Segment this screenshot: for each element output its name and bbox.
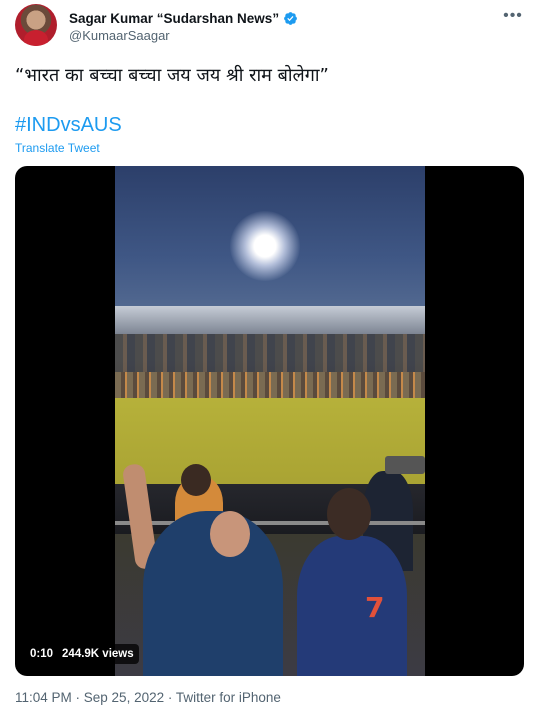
avatar[interactable] <box>15 4 57 46</box>
railing <box>115 521 425 525</box>
spectator-head <box>181 464 211 496</box>
camera-equipment <box>385 456 425 474</box>
video-player[interactable]: 7 0:10 244.9K views <box>15 166 524 676</box>
video-view-count: 244.9K views <box>62 648 134 660</box>
verified-badge-icon <box>284 11 297 25</box>
spectator-jersey <box>297 536 407 676</box>
video-stats-badge: 0:10 244.9K views <box>25 644 139 664</box>
translate-tweet-link[interactable]: Translate Tweet <box>15 141 100 155</box>
stadium-roof <box>115 306 425 334</box>
tweet-text: “भारत का बच्चा बच्चा जय जय श्री राम बोले… <box>15 65 329 86</box>
video-elapsed-time: 0:10 <box>30 648 54 660</box>
stadium-crowd <box>115 372 425 400</box>
floodlight <box>230 211 300 281</box>
author-display-name[interactable]: Sagar Kumar “Sudarshan News” <box>69 11 279 26</box>
tweet-timestamp[interactable]: 11:04 PM · Sep 25, 2022 · Twitter for iP… <box>15 690 281 705</box>
hashtag-link[interactable]: #INDvsAUS <box>15 114 122 137</box>
spectator-head <box>210 511 250 557</box>
video-frame: 7 <box>115 166 425 676</box>
jersey-number: 7 <box>365 591 385 624</box>
author-name-row[interactable]: Sagar Kumar “Sudarshan News” <box>69 9 298 27</box>
spectator-head <box>327 488 371 540</box>
tweet-header: Sagar Kumar “Sudarshan News” @KumaarSaag… <box>15 4 527 52</box>
more-options-icon[interactable]: ••• <box>503 6 523 26</box>
author-handle[interactable]: @KumaarSaagar <box>69 28 170 43</box>
